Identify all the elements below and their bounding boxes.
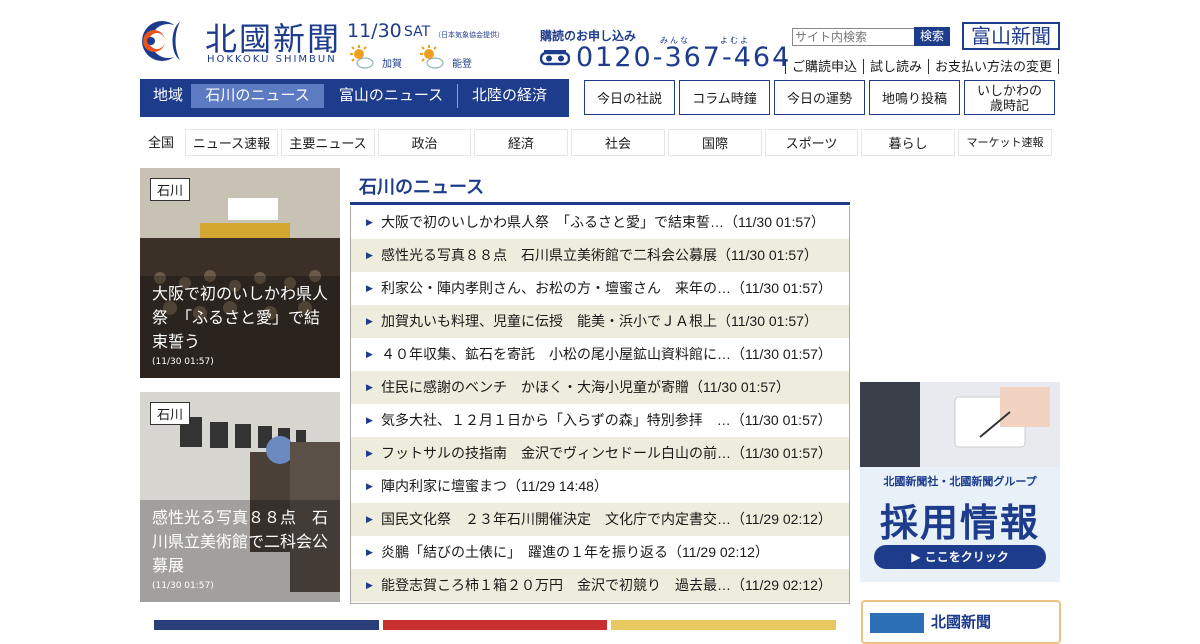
ad-cta-button[interactable]: ▶ ここをクリック xyxy=(874,545,1046,569)
toyama-shimbun-button[interactable]: 富山新聞 xyxy=(962,22,1060,50)
bottom-banner-thumb[interactable] xyxy=(154,620,379,630)
bottom-banner-thumb[interactable] xyxy=(383,620,607,630)
region-tag: 石川 xyxy=(150,402,191,425)
current-date: 11/30 xyxy=(347,20,402,42)
tab-hokuriku-economy[interactable]: 北陸の経済 xyxy=(458,84,561,108)
region-tag: 石川 xyxy=(150,178,191,201)
news-headline[interactable]: 国民文化祭 ２３年石川開催決定 文化庁で内定書交…（11/29 02:12） xyxy=(381,511,832,527)
news-section-title: 石川のニュース xyxy=(359,177,485,198)
news-headline[interactable]: 利家公・陣内孝則さん、お松の方・壇蜜さん 来年の…（11/30 01:57） xyxy=(381,280,832,296)
tab-toyama-news[interactable]: 富山のニュース xyxy=(325,84,458,108)
subscribe-phone-number[interactable]: 0120-367-464 xyxy=(576,42,791,73)
reader-letters-button[interactable]: 地鳴り投稿 xyxy=(869,80,960,115)
featured-caption-text: 感性光る写真８８点 石川県立美術館で二科会公募展 xyxy=(152,508,329,575)
horoscope-button[interactable]: 今日の運勢 xyxy=(774,80,865,115)
featured-time: (11/30 01:57) xyxy=(152,581,214,591)
category-politics[interactable]: 政治 xyxy=(378,129,471,156)
news-headline[interactable]: 住民に感謝のベンチ かほく・大海小児童が寄贈（11/30 01:57） xyxy=(381,379,790,395)
category-breaking-news[interactable]: ニュース速報 xyxy=(185,129,278,156)
news-list-item[interactable]: ▶ 大阪で初のいしかわ県人祭 「ふるさと愛」で結束誓…（11/30 01:57） xyxy=(351,206,849,239)
featured-caption: 大阪で初のいしかわ県人祭 「ふるさと愛」で結束誓う (11/30 01:57) xyxy=(140,276,340,378)
logo-subtitle: HOKKOKU SHIMBUN xyxy=(207,54,337,65)
news-list: ▶ 大阪で初のいしかわ県人祭 「ふるさと愛」で結束誓…（11/30 01:57） … xyxy=(350,206,850,604)
news-list-item[interactable]: ▶ 国民文化祭 ２３年石川開催決定 文化庁で内定書交…（11/29 02:12） xyxy=(351,503,849,536)
news-list-item[interactable]: ▶ ４０年収集、鉱石を寄託 小松の尾小屋鉱山資料館に…（11/30 01:57） xyxy=(351,338,849,371)
ad-company: 北國新聞社・北國新聞グループ xyxy=(883,475,1037,488)
news-list-item[interactable]: ▶ フットサルの技指南 金沢でヴィンセドール白山の前…（11/30 01:57） xyxy=(351,437,849,470)
news-headline[interactable]: 能登志賀ころ柿１箱２０万円 金沢で初競り 過去最…（11/29 02:12） xyxy=(381,577,832,593)
category-market[interactable]: マーケット速報 xyxy=(958,129,1052,156)
caret-right-icon: ▶ xyxy=(366,250,373,260)
day-of-week: SAT xyxy=(404,24,431,40)
category-society[interactable]: 社会 xyxy=(571,129,665,156)
news-list-item[interactable]: ▶ 気多大社、１２月１日から「入らずの森」特別参拝 …（11/30 01:57） xyxy=(351,404,849,437)
news-headline[interactable]: 加賀丸いも料理、児童に伝授 能美・浜小でＪＡ根上（11/30 01:57） xyxy=(381,313,818,329)
link-subscribe[interactable]: ご購読申込 xyxy=(785,59,864,74)
news-title-rule xyxy=(350,202,850,205)
subscription-links: ご購読申込 試し読み お支払い方法の変更 xyxy=(785,56,1060,75)
weather-credit[interactable]: （日本気象協会提供） xyxy=(434,30,504,40)
caret-right-icon: ▶ xyxy=(366,580,373,590)
link-payment-change[interactable]: お支払い方法の変更 xyxy=(928,59,1060,74)
promo-title: 北國新聞 xyxy=(931,613,992,631)
sun-cloud-icon[interactable] xyxy=(349,44,375,70)
news-list-item[interactable]: ▶ 利家公・陣内孝則さん、お松の方・壇蜜さん 来年の…（11/30 01:57） xyxy=(351,272,849,305)
category-economy[interactable]: 経済 xyxy=(474,129,568,156)
search-button[interactable]: 検索 xyxy=(914,27,950,46)
caret-right-icon: ▶ xyxy=(366,448,373,458)
news-list-item[interactable]: ▶ 感性光る写真８８点 石川県立美術館で二科会公募展（11/30 01:57） xyxy=(351,239,849,272)
caret-right-icon: ▶ xyxy=(366,481,373,491)
category-international[interactable]: 国際 xyxy=(668,129,762,156)
category-top-news[interactable]: 主要ニュース xyxy=(281,129,375,156)
news-headline[interactable]: フットサルの技指南 金沢でヴィンセドール白山の前…（11/30 01:57） xyxy=(381,445,832,461)
news-list-item[interactable]: ▶ 能登志賀ころ柿１箱２０万円 金沢で初競り 過去最…（11/29 02:12） xyxy=(351,569,849,602)
featured-story-card[interactable]: 石川 大阪で初のいしかわ県人祭 「ふるさと愛」で結束誓う (11/30 01:5… xyxy=(140,168,340,378)
news-list-item[interactable]: ▶ 住民に感謝のベンチ かほく・大海小児童が寄贈（11/30 01:57） xyxy=(351,371,849,404)
news-list-item[interactable]: ▶ 炎鵬「結びの土俵に」 躍進の１年を振り返る（11/29 02:12） xyxy=(351,536,849,569)
caret-right-icon: ▶ xyxy=(366,316,373,326)
ishikawa-almanac-button[interactable]: いしかわの 歳時記 xyxy=(964,80,1055,115)
caret-right-icon: ▶ xyxy=(366,283,373,293)
news-list-item[interactable]: ▶ 陣内利家に壇蜜まつ（11/29 14:48） xyxy=(351,470,849,503)
editorial-button[interactable]: 今日の社説 xyxy=(584,80,675,115)
weather-region-noto: 能登 xyxy=(452,59,472,70)
news-headline[interactable]: 感性光る写真８８点 石川県立美術館で二科会公募展（11/30 01:57） xyxy=(381,247,818,263)
ad-headline: 採用情報 xyxy=(879,501,1040,545)
news-headline[interactable]: 気多大社、１２月１日から「入らずの森」特別参拝 …（11/30 01:57） xyxy=(381,412,832,428)
region-nav: 地域 石川のニュース 富山のニュース 北陸の経済 xyxy=(140,79,569,117)
column-jisho-button[interactable]: コラム時鐘 xyxy=(679,80,770,115)
category-sports[interactable]: スポーツ xyxy=(765,129,858,156)
news-headline[interactable]: ４０年収集、鉱石を寄託 小松の尾小屋鉱山資料館に…（11/30 01:57） xyxy=(381,346,832,362)
recruit-ad-banner[interactable]: 北國新聞社・北國新聞グループ 採用情報 ▶ ここをクリック xyxy=(860,382,1060,582)
caret-right-icon: ▶ xyxy=(366,514,373,524)
tab-ishikawa-news[interactable]: 石川のニュース xyxy=(191,84,324,108)
news-list-item[interactable]: ▶ 加賀丸いも料理、児童に伝授 能美・浜小でＪＡ根上（11/30 01:57） xyxy=(351,305,849,338)
caret-right-icon: ▶ xyxy=(366,217,373,227)
promo-logo xyxy=(870,613,924,633)
news-headline[interactable]: 陣内利家に壇蜜まつ（11/29 14:48） xyxy=(381,478,608,494)
news-headline[interactable]: 炎鵬「結びの土俵に」 躍進の１年を振り返る（11/29 02:12） xyxy=(381,544,769,560)
region-nav-label: 地域 xyxy=(152,87,183,104)
featured-time: (11/30 01:57) xyxy=(152,357,214,367)
hokkoku-logo-icon[interactable] xyxy=(140,18,198,64)
news-headline[interactable]: 大阪で初のいしかわ県人祭 「ふるさと愛」で結束誓…（11/30 01:57） xyxy=(381,214,825,230)
caret-right-icon: ▶ xyxy=(366,415,373,425)
caret-right-icon: ▶ xyxy=(366,349,373,359)
featured-story-card[interactable]: 石川 感性光る写真８８点 石川県立美術館で二科会公募展 (11/30 01:57… xyxy=(140,392,340,602)
caret-right-icon: ▶ xyxy=(366,382,373,392)
caret-right-icon: ▶ xyxy=(366,547,373,557)
site-search-input[interactable] xyxy=(792,28,916,46)
free-dial-icon xyxy=(540,50,570,66)
sun-cloud-icon[interactable] xyxy=(419,44,445,70)
featured-caption-text: 大阪で初のいしかわ県人祭 「ふるさと愛」で結束誓う xyxy=(152,284,329,351)
link-trial[interactable]: 試し読み xyxy=(863,59,929,74)
category-national[interactable]: 全国 xyxy=(140,129,182,156)
weather-region-kaga: 加賀 xyxy=(382,59,402,70)
featured-caption: 感性光る写真８８点 石川県立美術館で二科会公募展 (11/30 01:57) xyxy=(140,500,340,602)
bottom-banner-thumb[interactable] xyxy=(611,620,836,630)
category-living[interactable]: 暮らし xyxy=(861,129,955,156)
